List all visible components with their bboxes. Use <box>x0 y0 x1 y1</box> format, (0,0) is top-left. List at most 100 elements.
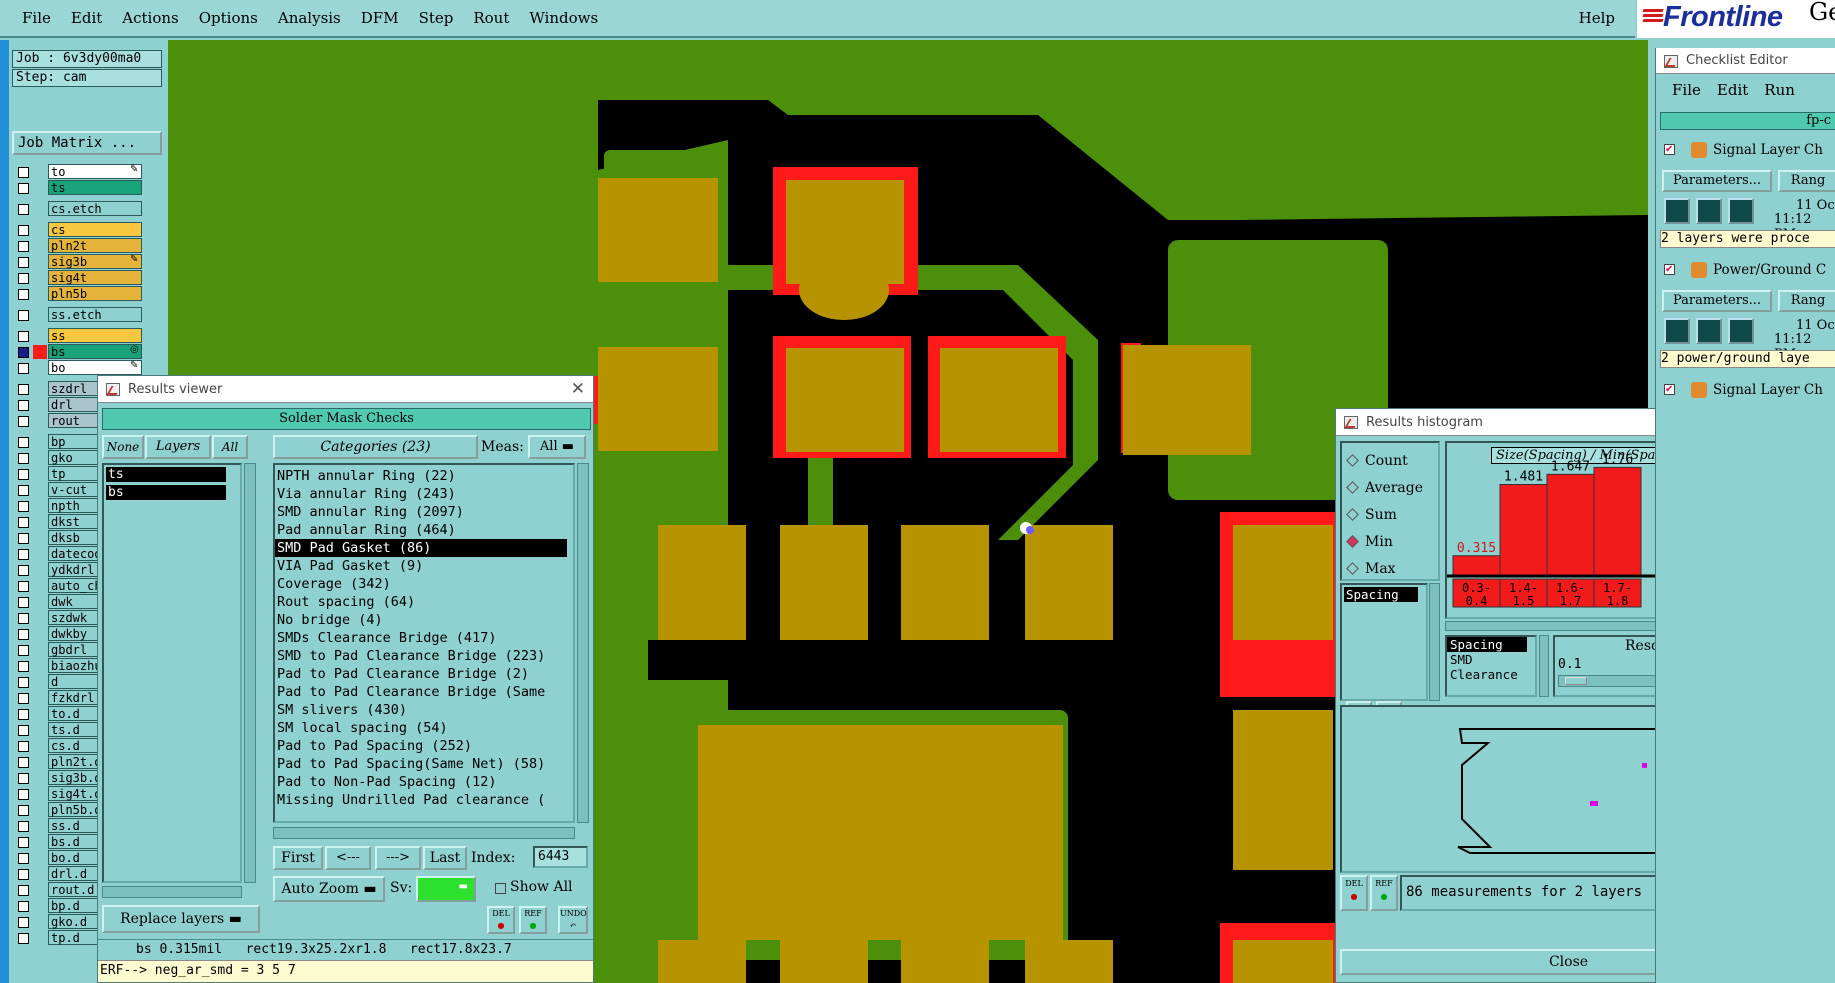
layer-checkbox[interactable] <box>18 273 29 284</box>
layer-checkbox[interactable] <box>18 167 29 178</box>
layer-name[interactable]: to <box>48 164 142 179</box>
layer-checkbox[interactable] <box>18 469 29 480</box>
category-item[interactable]: Coverage (342) <box>275 575 573 593</box>
last-button[interactable]: Last <box>423 846 467 870</box>
layer-checkbox[interactable] <box>18 533 29 544</box>
sv-color-dropdown[interactable]: ▬ <box>416 876 476 902</box>
histogram-bar[interactable] <box>1593 466 1642 576</box>
layer-checkbox[interactable] <box>18 613 29 624</box>
layer-checkbox[interactable] <box>18 565 29 576</box>
radio-max[interactable]: Max <box>1342 555 1438 582</box>
layer-checkbox[interactable] <box>18 853 29 864</box>
layer-name[interactable]: sig3b <box>48 254 142 269</box>
category-item[interactable]: Pad to Pad Spacing(Same Net) (58) <box>275 755 573 773</box>
histogram-bar[interactable] <box>1546 473 1595 576</box>
run-icon[interactable] <box>1664 318 1690 344</box>
del-button[interactable]: DEL ● <box>487 906 515 934</box>
layer-name[interactable]: pln2t <box>48 238 142 253</box>
ref-button[interactable]: REF ● <box>519 906 547 934</box>
run-icon[interactable] <box>1728 198 1754 224</box>
job-matrix-button[interactable]: Job Matrix ... <box>12 131 162 155</box>
checklist-item[interactable]: ✔ Power/Ground C Parameters... Rang 11 Oc 11:… <box>1656 258 1835 378</box>
parameters-button[interactable]: Parameters... <box>1662 290 1772 312</box>
run-icon[interactable] <box>1696 318 1722 344</box>
layer-checkbox[interactable] <box>18 347 29 358</box>
measure-scrollbar[interactable] <box>1429 583 1440 701</box>
radio-min[interactable]: Min <box>1342 528 1438 555</box>
menu-file[interactable]: File <box>0 9 61 27</box>
layer-name[interactable]: ss.etch <box>48 307 142 322</box>
layer-checkbox[interactable] <box>18 693 29 704</box>
meas-dropdown[interactable]: All ▬ <box>528 435 586 459</box>
category-item[interactable]: SMD to Pad Clearance Bridge (223) <box>275 647 573 665</box>
categories-listbox[interactable]: NPTH annular Ring (22) Via annular Ring (… <box>273 463 575 823</box>
category-item[interactable]: SM local spacing (54) <box>275 719 573 737</box>
layer-checkbox[interactable] <box>18 901 29 912</box>
checklist-checkbox[interactable]: ✔ <box>1664 264 1675 275</box>
radio-count[interactable]: Count <box>1342 447 1438 474</box>
parameters-button[interactable]: Parameters... <box>1662 170 1772 192</box>
menu-step[interactable]: Step <box>409 9 464 27</box>
index-input[interactable]: 6443 <box>533 846 588 868</box>
layer-checkbox[interactable] <box>18 453 29 464</box>
range-button[interactable]: Rang <box>1778 290 1835 312</box>
undo-button[interactable]: UNDO ↶ <box>558 906 588 934</box>
layer-row[interactable]: bs ◎ <box>12 344 165 360</box>
categories-hscrollbar[interactable] <box>273 827 575 839</box>
first-button[interactable]: First <box>273 846 323 870</box>
checklist-checkbox[interactable]: ✔ <box>1664 384 1675 395</box>
category-item[interactable]: Pad to Pad Spacing (252) <box>275 737 573 755</box>
layer-checkbox[interactable] <box>18 400 29 411</box>
layer-checkbox[interactable] <box>18 289 29 300</box>
layer-checkbox[interactable] <box>18 709 29 720</box>
category-item[interactable]: Pad to Non-Pad Spacing (12) <box>275 773 573 791</box>
close-icon[interactable]: ✕ <box>571 376 585 403</box>
layer-checkbox[interactable] <box>18 933 29 944</box>
layer-checkbox[interactable] <box>18 821 29 832</box>
layer-checkbox[interactable] <box>18 331 29 342</box>
none-button[interactable]: None <box>102 435 144 459</box>
layer-checkbox[interactable] <box>18 204 29 215</box>
type-scrollbar[interactable] <box>1539 635 1549 697</box>
category-item[interactable]: SMDs Clearance Bridge (417) <box>275 629 573 647</box>
category-item[interactable]: Missing Undrilled Pad clearance ( <box>275 791 573 809</box>
checklist-menu-edit[interactable]: Edit <box>1717 78 1748 102</box>
results-viewer-titlebar[interactable]: Results viewer ✕ <box>98 376 593 403</box>
layer-checkbox[interactable] <box>18 661 29 672</box>
category-item[interactable]: VIA Pad Gasket (9) <box>275 557 573 575</box>
category-item[interactable]: NPTH annular Ring (22) <box>275 467 573 485</box>
layer-checkbox[interactable] <box>18 789 29 800</box>
layer-name[interactable]: cs <box>48 222 142 237</box>
layer-name[interactable]: sig4t <box>48 270 142 285</box>
layer-checkbox[interactable] <box>18 597 29 608</box>
layer-checkbox[interactable] <box>18 257 29 268</box>
layer-checkbox[interactable] <box>18 645 29 656</box>
category-item[interactable]: SMD annular Ring (2097) <box>275 503 573 521</box>
layer-checkbox[interactable] <box>18 677 29 688</box>
layer-name[interactable]: bs <box>48 344 142 359</box>
layer-row[interactable]: cs.etch <box>12 201 165 217</box>
layer-name[interactable]: ts <box>48 180 142 195</box>
layer-name[interactable]: ss <box>48 328 142 343</box>
show-all-checkbox[interactable] <box>495 883 506 894</box>
layer-checkbox[interactable] <box>18 363 29 374</box>
layer-checkbox[interactable] <box>18 416 29 427</box>
layer-row[interactable]: bo ✎ <box>12 360 165 376</box>
layer-checkbox[interactable] <box>18 501 29 512</box>
layer-checkbox[interactable] <box>18 629 29 640</box>
measure-item-spacing[interactable]: Spacing <box>1344 587 1418 602</box>
prev-button[interactable]: <--- <box>325 846 371 870</box>
range-button[interactable]: Rang <box>1778 170 1835 192</box>
run-icon[interactable] <box>1696 198 1722 224</box>
auto-zoom-dropdown[interactable]: Auto Zoom ▬ <box>273 876 385 902</box>
category-item[interactable]: SM slivers (430) <box>275 701 573 719</box>
menu-dfm[interactable]: DFM <box>351 9 409 27</box>
layer-row[interactable]: ss <box>12 328 165 344</box>
checklist-menu-run[interactable]: Run <box>1764 78 1795 102</box>
layer-checkbox[interactable] <box>18 805 29 816</box>
layer-checkbox[interactable] <box>18 549 29 560</box>
layer-row[interactable]: ts <box>12 180 165 196</box>
layer-row[interactable]: sig3b ✎ <box>12 254 165 270</box>
preview-ref-button[interactable]: REF ● <box>1370 875 1398 911</box>
all-button[interactable]: All <box>212 435 248 459</box>
